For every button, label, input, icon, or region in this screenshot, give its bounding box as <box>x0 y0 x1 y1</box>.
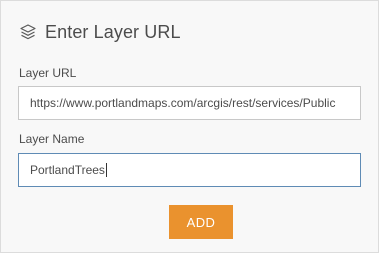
layer-name-value: PortlandTrees <box>30 163 105 177</box>
add-button[interactable]: ADD <box>169 205 233 239</box>
panel-header: Enter Layer URL <box>19 19 181 45</box>
panel-title: Enter Layer URL <box>45 21 181 42</box>
layer-name-input[interactable]: PortlandTrees <box>18 153 361 187</box>
text-caret <box>105 163 107 177</box>
layer-url-input[interactable]: https://www.portlandmaps.com/arcgis/rest… <box>18 86 361 120</box>
layer-name-label: Layer Name <box>19 132 85 146</box>
layers-icon <box>19 23 37 41</box>
layer-url-label: Layer URL <box>19 66 77 80</box>
enter-layer-url-panel: Enter Layer URL Layer URL https://www.po… <box>0 0 379 253</box>
layer-url-value: https://www.portlandmaps.com/arcgis/rest… <box>30 96 336 110</box>
